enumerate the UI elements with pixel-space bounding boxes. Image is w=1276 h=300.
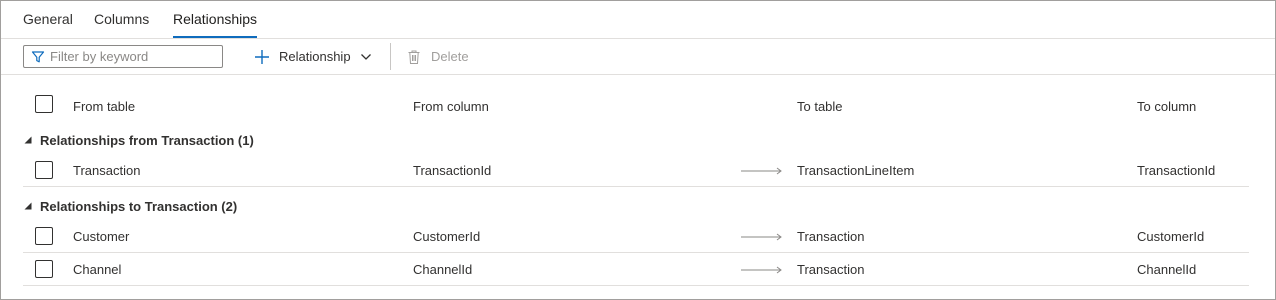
tab-bar: General Columns Relationships bbox=[1, 1, 1275, 39]
select-all-checkbox[interactable] bbox=[35, 95, 53, 113]
filter-input[interactable] bbox=[50, 48, 218, 65]
to-column-cell: CustomerId bbox=[1137, 229, 1205, 244]
row-checkbox[interactable] bbox=[35, 227, 53, 245]
group-header[interactable]: Relationships to Transaction (2) bbox=[1, 193, 1275, 221]
delete-button[interactable]: Delete bbox=[406, 45, 469, 68]
column-header-to-column[interactable]: To column bbox=[1137, 99, 1196, 114]
from-column-cell: CustomerId bbox=[413, 229, 481, 244]
from-table-cell: Customer bbox=[73, 229, 130, 244]
filter-box bbox=[23, 45, 223, 68]
table-row[interactable]: Channel ChannelId Transaction ChannelId bbox=[23, 253, 1249, 286]
toolbar: Relationship Delete bbox=[1, 39, 1275, 75]
arrow-right-icon bbox=[741, 167, 782, 175]
plus-icon bbox=[255, 49, 269, 64]
relationships-panel: General Columns Relationships Relationsh… bbox=[0, 0, 1276, 300]
from-column-cell: ChannelId bbox=[413, 262, 473, 277]
toolbar-divider bbox=[390, 43, 391, 70]
to-table-cell: Transaction bbox=[797, 262, 865, 277]
collapse-triangle-icon[interactable] bbox=[24, 202, 32, 210]
trash-icon bbox=[408, 50, 420, 64]
add-relationship-label: Relationship bbox=[279, 49, 351, 64]
tab-columns[interactable]: Columns bbox=[94, 11, 149, 27]
grid-header: From table From column To table To colum… bbox=[1, 85, 1275, 125]
tab-relationships[interactable]: Relationships bbox=[173, 11, 257, 27]
from-table-cell: Transaction bbox=[73, 163, 141, 178]
delete-label: Delete bbox=[431, 49, 469, 64]
row-checkbox[interactable] bbox=[35, 260, 53, 278]
table-row[interactable]: Customer CustomerId Transaction Customer… bbox=[23, 220, 1249, 253]
column-header-to-table[interactable]: To table bbox=[797, 99, 843, 114]
group-header[interactable]: Relationships from Transaction (1) bbox=[1, 127, 1275, 155]
to-column-cell: TransactionId bbox=[1137, 163, 1216, 178]
from-column-cell: TransactionId bbox=[413, 163, 492, 178]
group-label: Relationships to Transaction (2) bbox=[40, 199, 238, 214]
group-label: Relationships from Transaction (1) bbox=[40, 133, 254, 148]
arrow-right-icon bbox=[741, 266, 782, 274]
table-row[interactable]: Transaction TransactionId TransactionLin… bbox=[23, 154, 1249, 187]
to-column-cell: ChannelId bbox=[1137, 262, 1197, 277]
to-table-cell: TransactionLineItem bbox=[797, 163, 915, 178]
chevron-down-icon[interactable] bbox=[360, 51, 372, 63]
arrow-right-icon bbox=[741, 233, 782, 241]
active-tab-indicator bbox=[173, 36, 257, 38]
add-relationship-button[interactable]: Relationship bbox=[253, 45, 372, 68]
row-checkbox[interactable] bbox=[35, 161, 53, 179]
column-header-from-column[interactable]: From column bbox=[413, 99, 489, 114]
to-table-cell: Transaction bbox=[797, 229, 865, 244]
collapse-triangle-icon[interactable] bbox=[24, 136, 32, 144]
tab-general[interactable]: General bbox=[23, 11, 73, 27]
from-table-cell: Channel bbox=[73, 262, 122, 277]
column-header-from-table[interactable]: From table bbox=[73, 99, 135, 114]
filter-icon bbox=[31, 51, 45, 63]
